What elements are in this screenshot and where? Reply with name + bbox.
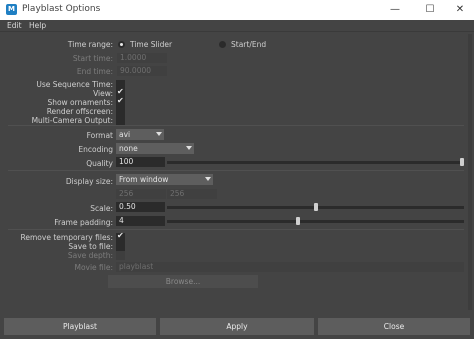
save-depth-checkbox [116,251,125,260]
footer: Playblast Apply Close [0,314,474,339]
quality-slider-handle[interactable] [460,158,464,166]
start-time-field: 1.0000 [117,53,167,63]
render-offscreen-label: Render offscreen: [46,107,113,116]
start-time-label: Start time: [72,54,113,63]
format-dropdown[interactable]: avi [116,129,164,140]
save-to-file-label: Save to file: [68,242,113,251]
remove-temp-files-checkbox[interactable]: ✔ [116,231,125,242]
end-time-field: 90.0000 [117,66,167,76]
display-size-dropdown[interactable]: From window [116,174,213,185]
movie-file-field: playblast [116,262,464,272]
start-end-radio-label[interactable]: Start/End [231,40,266,49]
encoding-dropdown[interactable]: none [116,143,194,154]
scrollbar[interactable] [468,34,472,310]
view-label: View: [93,89,113,98]
separator [8,125,464,126]
quality-label: Quality [86,159,113,168]
close-window-icon[interactable]: ✕ [448,2,472,18]
frame-padding-field[interactable]: 4 [116,216,165,226]
encoding-label: Encoding [78,145,113,154]
time-range-label: Time range: [67,40,113,49]
time-slider-radio-label[interactable]: Time Slider [130,40,172,49]
maximize-icon[interactable]: ☐ [418,2,442,18]
window-title: Playblast Options [22,4,101,14]
multi-camera-output-label: Multi-Camera Output: [31,116,113,125]
checkmark-icon: ✔ [117,96,124,105]
apply-button[interactable]: Apply [160,318,314,335]
scale-slider-handle[interactable] [313,203,318,211]
chevron-down-icon [156,132,162,136]
show-ornaments-label: Show ornaments: [47,98,113,107]
frame-padding-slider-track[interactable] [167,220,464,223]
playblast-button[interactable]: Playblast [4,318,156,335]
separator [8,229,464,230]
multi-camera-output-checkbox[interactable] [116,116,125,125]
scale-field[interactable]: 0.50 [116,202,165,212]
encoding-value: none [119,144,138,153]
render-offscreen-checkbox[interactable] [116,107,125,116]
use-sequence-time-label: Use Sequence Time: [36,80,113,89]
start-end-radio[interactable] [219,41,226,48]
remove-temp-files-label: Remove temporary files: [20,233,113,242]
frame-padding-label: Frame padding: [54,218,113,227]
minimize-icon[interactable]: — [383,2,407,18]
save-to-file-checkbox[interactable] [116,242,125,251]
quality-slider-track[interactable] [167,161,464,164]
end-time-label: End time: [76,67,113,76]
radio-selected-dot [120,43,123,46]
scale-label: Scale: [90,204,113,213]
close-button[interactable]: Close [318,318,470,335]
format-value: avi [119,130,131,139]
movie-file-label: Movie file: [74,263,113,272]
save-depth-label: Save depth: [67,251,113,260]
time-slider-radio[interactable] [118,41,125,48]
display-height-field: 256 [167,189,217,199]
show-ornaments-checkbox[interactable]: ✔ [116,96,125,107]
menu-help[interactable]: Help [29,20,46,32]
checkmark-icon: ✔ [117,231,124,240]
menu-edit[interactable]: Edit [7,20,22,32]
display-size-value: From window [119,175,169,184]
quality-field[interactable]: 100 [116,157,165,167]
frame-padding-slider-handle[interactable] [295,217,300,225]
menu-bar: Edit Help [0,20,474,32]
maya-app-icon: M [6,4,17,15]
title-bar: M Playblast Options — ☐ ✕ [0,0,474,20]
format-label: Format [86,131,113,140]
separator [8,170,464,171]
chevron-down-icon [186,146,192,150]
display-width-field: 256 [116,189,166,199]
browse-button: Browse... [108,275,258,288]
display-size-label: Display size: [65,177,113,186]
chevron-down-icon [205,177,211,181]
